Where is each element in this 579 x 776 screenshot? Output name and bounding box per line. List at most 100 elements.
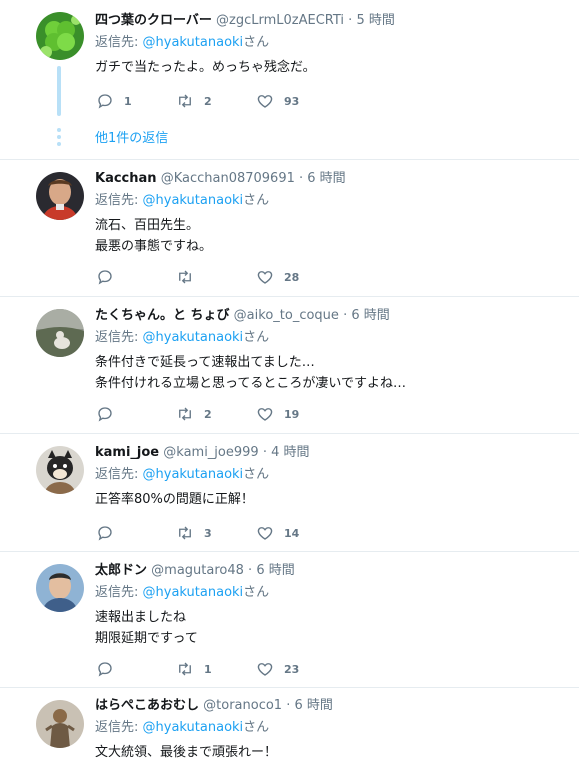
avatar[interactable]: [36, 309, 84, 357]
mention-link[interactable]: @hyakutanaoki: [143, 35, 244, 50]
retweet-icon: [179, 662, 191, 676]
tweet[interactable]: はらぺこあおむし @toranoco1 · 6 時間 返信先: @hyakuta…: [0, 688, 579, 776]
avatar[interactable]: [36, 700, 84, 748]
figure-avatar-icon: [36, 700, 84, 748]
display-name[interactable]: kami_joe: [95, 445, 159, 460]
timestamp[interactable]: 5 時間: [356, 13, 394, 28]
mention-suffix: さん: [243, 585, 270, 600]
user-handle[interactable]: @aiko_to_coque: [234, 308, 339, 323]
reply-button[interactable]: 1: [96, 91, 132, 111]
mention-link[interactable]: @hyakutanaoki: [143, 585, 244, 600]
tweet-text: 流石、百田先生。 最悪の事態ですね。: [95, 215, 571, 257]
retweet-icon: [179, 270, 191, 284]
reply-icon: [98, 407, 112, 422]
landscape-avatar-icon: [36, 309, 84, 357]
mention-suffix: さん: [243, 467, 270, 482]
user-handle[interactable]: @Kacchan08709691: [161, 171, 295, 186]
retweet-count: 1: [204, 662, 212, 676]
reply-context: 返信先: @hyakutanaokiさん: [95, 466, 571, 484]
reply-icon: [98, 94, 112, 109]
retweet-button[interactable]: 3: [176, 523, 212, 543]
avatar[interactable]: [36, 564, 84, 612]
reply-context: 返信先: @hyakutanaokiさん: [95, 584, 571, 602]
mention-link[interactable]: @hyakutanaoki: [143, 193, 244, 208]
tweet[interactable]: 太郎ドン @magutaro48 · 6 時間 返信先: @hyakutanao…: [0, 552, 579, 688]
heart-icon: [257, 527, 273, 540]
retweet-icon: [179, 94, 191, 108]
mention-suffix: さん: [243, 720, 270, 735]
reply-label: 返信先:: [95, 720, 139, 735]
tweet-text: 速報出ましたね 期限延期ですって: [95, 607, 571, 649]
retweet-icon: [179, 407, 191, 421]
tweet-text-line: 流石、百田先生。: [95, 218, 200, 233]
reply-button[interactable]: [96, 404, 124, 424]
like-button[interactable]: 14: [256, 523, 299, 543]
person-avatar-icon: [36, 564, 84, 612]
thread-line: [57, 66, 61, 116]
display-name[interactable]: 四つ葉のクローバー: [95, 13, 212, 28]
timestamp[interactable]: 6 時間: [351, 308, 389, 323]
like-button[interactable]: 19: [256, 404, 299, 424]
reply-count: 1: [124, 94, 132, 108]
like-count: 19: [284, 407, 300, 421]
retweet-button[interactable]: 2: [176, 404, 212, 424]
tweet[interactable]: kami_joe @kami_joe999 · 4 時間 返信先: @hyaku…: [0, 434, 579, 552]
timestamp[interactable]: 6 時間: [307, 171, 345, 186]
mention-link[interactable]: @hyakutanaoki: [143, 330, 244, 345]
like-button[interactable]: 93: [256, 91, 299, 111]
reply-context: 返信先: @hyakutanaokiさん: [95, 34, 571, 52]
retweet-button[interactable]: 1: [176, 659, 212, 679]
tweet[interactable]: たくちゃん。と ちょび @aiko_to_coque · 6 時間 返信先: @…: [0, 297, 579, 434]
reply-label: 返信先:: [95, 330, 139, 345]
tweet-text-line: 条件付けれる立場と思ってるところが凄いですよね…: [95, 376, 406, 391]
avatar[interactable]: [36, 446, 84, 494]
show-more-replies-link[interactable]: 他1件の返信: [95, 127, 168, 146]
timestamp[interactable]: 6 時間: [256, 563, 294, 578]
display-name[interactable]: Kacchan: [95, 171, 157, 186]
user-handle[interactable]: @zgcLrmL0zAECRTi: [216, 13, 344, 28]
timestamp[interactable]: 6 時間: [295, 698, 333, 713]
reply-context: 返信先: @hyakutanaokiさん: [95, 192, 571, 210]
reply-icon: [98, 526, 112, 541]
retweet-icon: [179, 526, 191, 540]
retweet-button[interactable]: [176, 267, 204, 287]
tweet-header: Kacchan @Kacchan08709691 · 6 時間: [95, 170, 571, 188]
like-count: 28: [284, 270, 300, 284]
display-name[interactable]: 太郎ドン: [95, 563, 147, 578]
tweet[interactable]: Kacchan @Kacchan08709691 · 6 時間 返信先: @hy…: [0, 160, 579, 297]
tweet[interactable]: 四つ葉のクローバー @zgcLrmL0zAECRTi · 5 時間 返信先: @…: [0, 0, 579, 160]
like-button[interactable]: 28: [256, 267, 299, 287]
reply-label: 返信先:: [95, 467, 139, 482]
heart-icon: [257, 95, 273, 108]
separator-dot: ·: [262, 445, 267, 460]
reply-feed: 四つ葉のクローバー @zgcLrmL0zAECRTi · 5 時間 返信先: @…: [0, 0, 579, 776]
retweet-count: 2: [204, 94, 212, 108]
separator-dot: ·: [299, 171, 304, 186]
retweet-button[interactable]: 2: [176, 91, 212, 111]
reply-button[interactable]: [96, 267, 124, 287]
tweet-header: はらぺこあおむし @toranoco1 · 6 時間: [95, 697, 571, 715]
reply-button[interactable]: [96, 659, 124, 679]
tweet-text-line: 速報出ましたね: [95, 610, 187, 625]
user-handle[interactable]: @toranoco1: [203, 698, 282, 713]
avatar[interactable]: [36, 172, 84, 220]
tweet-text-line: ガチで当たったよ。めっちゃ残念だ。: [95, 60, 316, 75]
separator-dot: ·: [286, 698, 291, 713]
mention-link[interactable]: @hyakutanaoki: [143, 720, 244, 735]
retweet-count: 3: [204, 526, 212, 540]
like-button[interactable]: 23: [256, 659, 299, 679]
tweet-header: たくちゃん。と ちょび @aiko_to_coque · 6 時間: [95, 307, 571, 325]
separator-dot: ·: [248, 563, 253, 578]
reply-context: 返信先: @hyakutanaokiさん: [95, 329, 571, 347]
dog-avatar-icon: [36, 446, 84, 494]
display-name[interactable]: たくちゃん。と ちょび: [95, 308, 230, 323]
user-handle[interactable]: @magutaro48: [151, 563, 244, 578]
mention-link[interactable]: @hyakutanaoki: [143, 467, 244, 482]
timestamp[interactable]: 4 時間: [271, 445, 309, 460]
avatar[interactable]: [36, 12, 84, 60]
mention-suffix: さん: [243, 193, 270, 208]
reply-button[interactable]: [96, 523, 124, 543]
display-name[interactable]: はらぺこあおむし: [95, 698, 199, 713]
mention-suffix: さん: [243, 35, 270, 50]
user-handle[interactable]: @kami_joe999: [163, 445, 258, 460]
